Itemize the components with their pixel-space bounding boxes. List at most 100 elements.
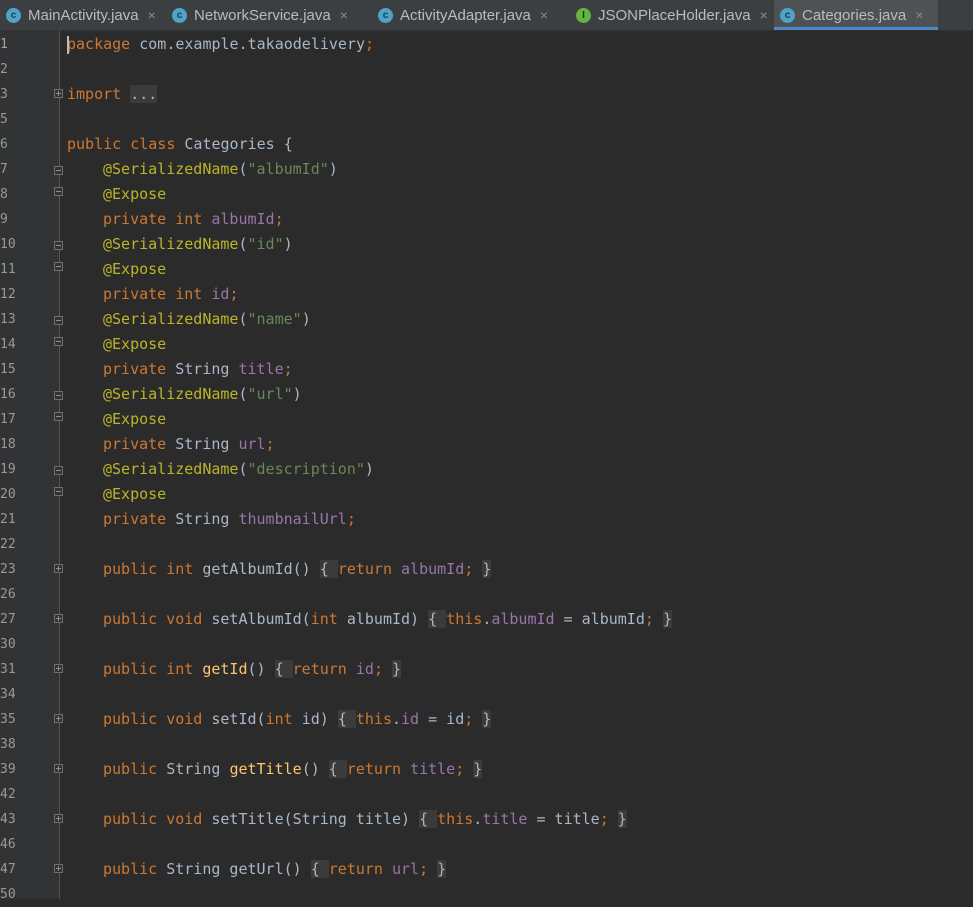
code-line[interactable]: 2	[0, 57, 973, 82]
code-line[interactable]: 26	[0, 582, 973, 607]
tab-activityadapter-java[interactable]: c ActivityAdapter.java ×	[372, 0, 570, 30]
tab-mainactivity-java[interactable]: c MainActivity.java ×	[0, 0, 166, 30]
line-number: 43	[0, 812, 16, 827]
line-number: 27	[0, 612, 16, 627]
code-line[interactable]: 8 @Expose	[0, 182, 973, 207]
fold-expand-icon[interactable]	[54, 614, 63, 623]
code-line[interactable]: 30	[0, 632, 973, 657]
fold-expand-icon[interactable]	[54, 564, 63, 573]
close-icon[interactable]: ×	[148, 7, 156, 23]
code-line[interactable]: 11 @Expose	[0, 257, 973, 282]
fold-expand-icon[interactable]	[54, 714, 63, 723]
code-line[interactable]: 3 import ...	[0, 82, 973, 107]
code-text: @Expose	[103, 182, 166, 207]
tab-label: ActivityAdapter.java	[400, 6, 531, 24]
close-icon[interactable]: ×	[760, 7, 768, 23]
fold-expand-icon[interactable]	[54, 814, 63, 823]
fold-collapse-icon[interactable]	[54, 466, 63, 475]
code-token: thumbnailUrl	[238, 510, 347, 528]
fold-collapse-icon[interactable]	[54, 487, 63, 496]
code-editor[interactable]: 1 package com.example.takaodelivery; 2 3 imp…	[0, 31, 973, 902]
code-line[interactable]: 21 private String thumbnailUrl;	[0, 507, 973, 532]
code-line[interactable]: 17 @Expose	[0, 407, 973, 432]
code-token: "name"	[247, 310, 302, 328]
code-line[interactable]: 20 @Expose	[0, 482, 973, 507]
code-token: (	[238, 460, 248, 478]
line-number: 30	[0, 637, 16, 652]
fold-collapse-icon[interactable]	[54, 412, 63, 421]
tab-networkservice-java[interactable]: c NetworkService.java ×	[166, 0, 372, 30]
code-token: private	[103, 510, 176, 528]
code-line[interactable]: 12 private int id;	[0, 282, 973, 307]
code-token: {	[310, 860, 329, 878]
code-line[interactable]: 9 private int albumId;	[0, 207, 973, 232]
code-line[interactable]: 7 @SerializedName("albumId")	[0, 157, 973, 182]
line-number: 15	[0, 362, 16, 377]
code-line[interactable]: 22	[0, 532, 973, 557]
code-token: @SerializedName	[103, 460, 239, 478]
code-token: setId(	[211, 710, 266, 728]
close-icon[interactable]: ×	[540, 7, 548, 23]
code-line[interactable]: 14 @Expose	[0, 332, 973, 357]
line-number: 17	[0, 412, 16, 427]
code-token: id	[355, 660, 374, 678]
code-token: }	[482, 710, 492, 728]
code-token: ;	[464, 710, 483, 728]
code-token: String	[175, 510, 239, 528]
code-text: @SerializedName("description")	[103, 457, 374, 482]
code-line[interactable]: 18 private String url;	[0, 432, 973, 457]
code-line[interactable]: 5	[0, 107, 973, 132]
fold-collapse-icon[interactable]	[54, 187, 63, 196]
fold-collapse-icon[interactable]	[54, 337, 63, 346]
code-line[interactable]: 10 @SerializedName("id")	[0, 232, 973, 257]
code-line[interactable]: 47 public String getUrl() { return url; }	[0, 857, 973, 882]
code-line[interactable]: 1 package com.example.takaodelivery;	[0, 32, 973, 57]
fold-expand-icon[interactable]	[54, 764, 63, 773]
code-token: )	[364, 460, 374, 478]
line-number: 50	[0, 887, 16, 902]
code-token: }	[482, 560, 492, 578]
fold-collapse-icon[interactable]	[54, 316, 63, 325]
code-line[interactable]: 39 public String getTitle() { return titl…	[0, 757, 973, 782]
code-token: return	[328, 860, 392, 878]
code-line[interactable]: 43 public void setTitle(String title) { t…	[0, 807, 973, 832]
code-token: ;	[464, 560, 483, 578]
tab-jsonplaceholder-java[interactable]: I JSONPlaceHolder.java ×	[570, 0, 774, 30]
code-text: private String url;	[103, 432, 275, 457]
line-number: 34	[0, 687, 16, 702]
code-token: albumId	[211, 210, 275, 228]
code-token: }	[662, 610, 672, 628]
code-token: public	[103, 760, 167, 778]
code-text: private int id;	[103, 282, 238, 307]
code-token: }	[392, 660, 402, 678]
code-line[interactable]: 15 private String title;	[0, 357, 973, 382]
code-line[interactable]: 50	[0, 882, 973, 907]
code-token: @Expose	[103, 410, 167, 428]
code-line[interactable]: 31 public int getId() { return id; }	[0, 657, 973, 682]
fold-collapse-icon[interactable]	[54, 391, 63, 400]
code-line[interactable]: 23 public int getAlbumId() { return album…	[0, 557, 973, 582]
tab-categories-java[interactable]: c Categories.java ×	[774, 0, 938, 30]
fold-expand-icon[interactable]	[54, 864, 63, 873]
code-line[interactable]: 42	[0, 782, 973, 807]
fold-expand-icon[interactable]	[54, 89, 63, 98]
code-line[interactable]: 16 @SerializedName("url")	[0, 382, 973, 407]
code-line[interactable]: 13 @SerializedName("name")	[0, 307, 973, 332]
code-line[interactable]: 38	[0, 732, 973, 757]
code-line[interactable]: 46	[0, 832, 973, 857]
code-line[interactable]: 6 public class Categories {	[0, 132, 973, 157]
code-line[interactable]: 35 public void setId(int id) { this.id = …	[0, 707, 973, 732]
fold-collapse-icon[interactable]	[54, 166, 63, 175]
code-line[interactable]: 27 public void setAlbumId(int albumId) { …	[0, 607, 973, 632]
close-icon[interactable]: ×	[915, 7, 923, 23]
code-token: {	[337, 710, 356, 728]
fold-expand-icon[interactable]	[54, 664, 63, 673]
fold-collapse-icon[interactable]	[54, 241, 63, 250]
code-line[interactable]: 34	[0, 682, 973, 707]
line-number: 19	[0, 462, 16, 477]
fold-collapse-icon[interactable]	[54, 262, 63, 271]
code-text: @Expose	[103, 407, 166, 432]
code-text: @Expose	[103, 332, 166, 357]
close-icon[interactable]: ×	[340, 7, 348, 23]
code-line[interactable]: 19 @SerializedName("description")	[0, 457, 973, 482]
